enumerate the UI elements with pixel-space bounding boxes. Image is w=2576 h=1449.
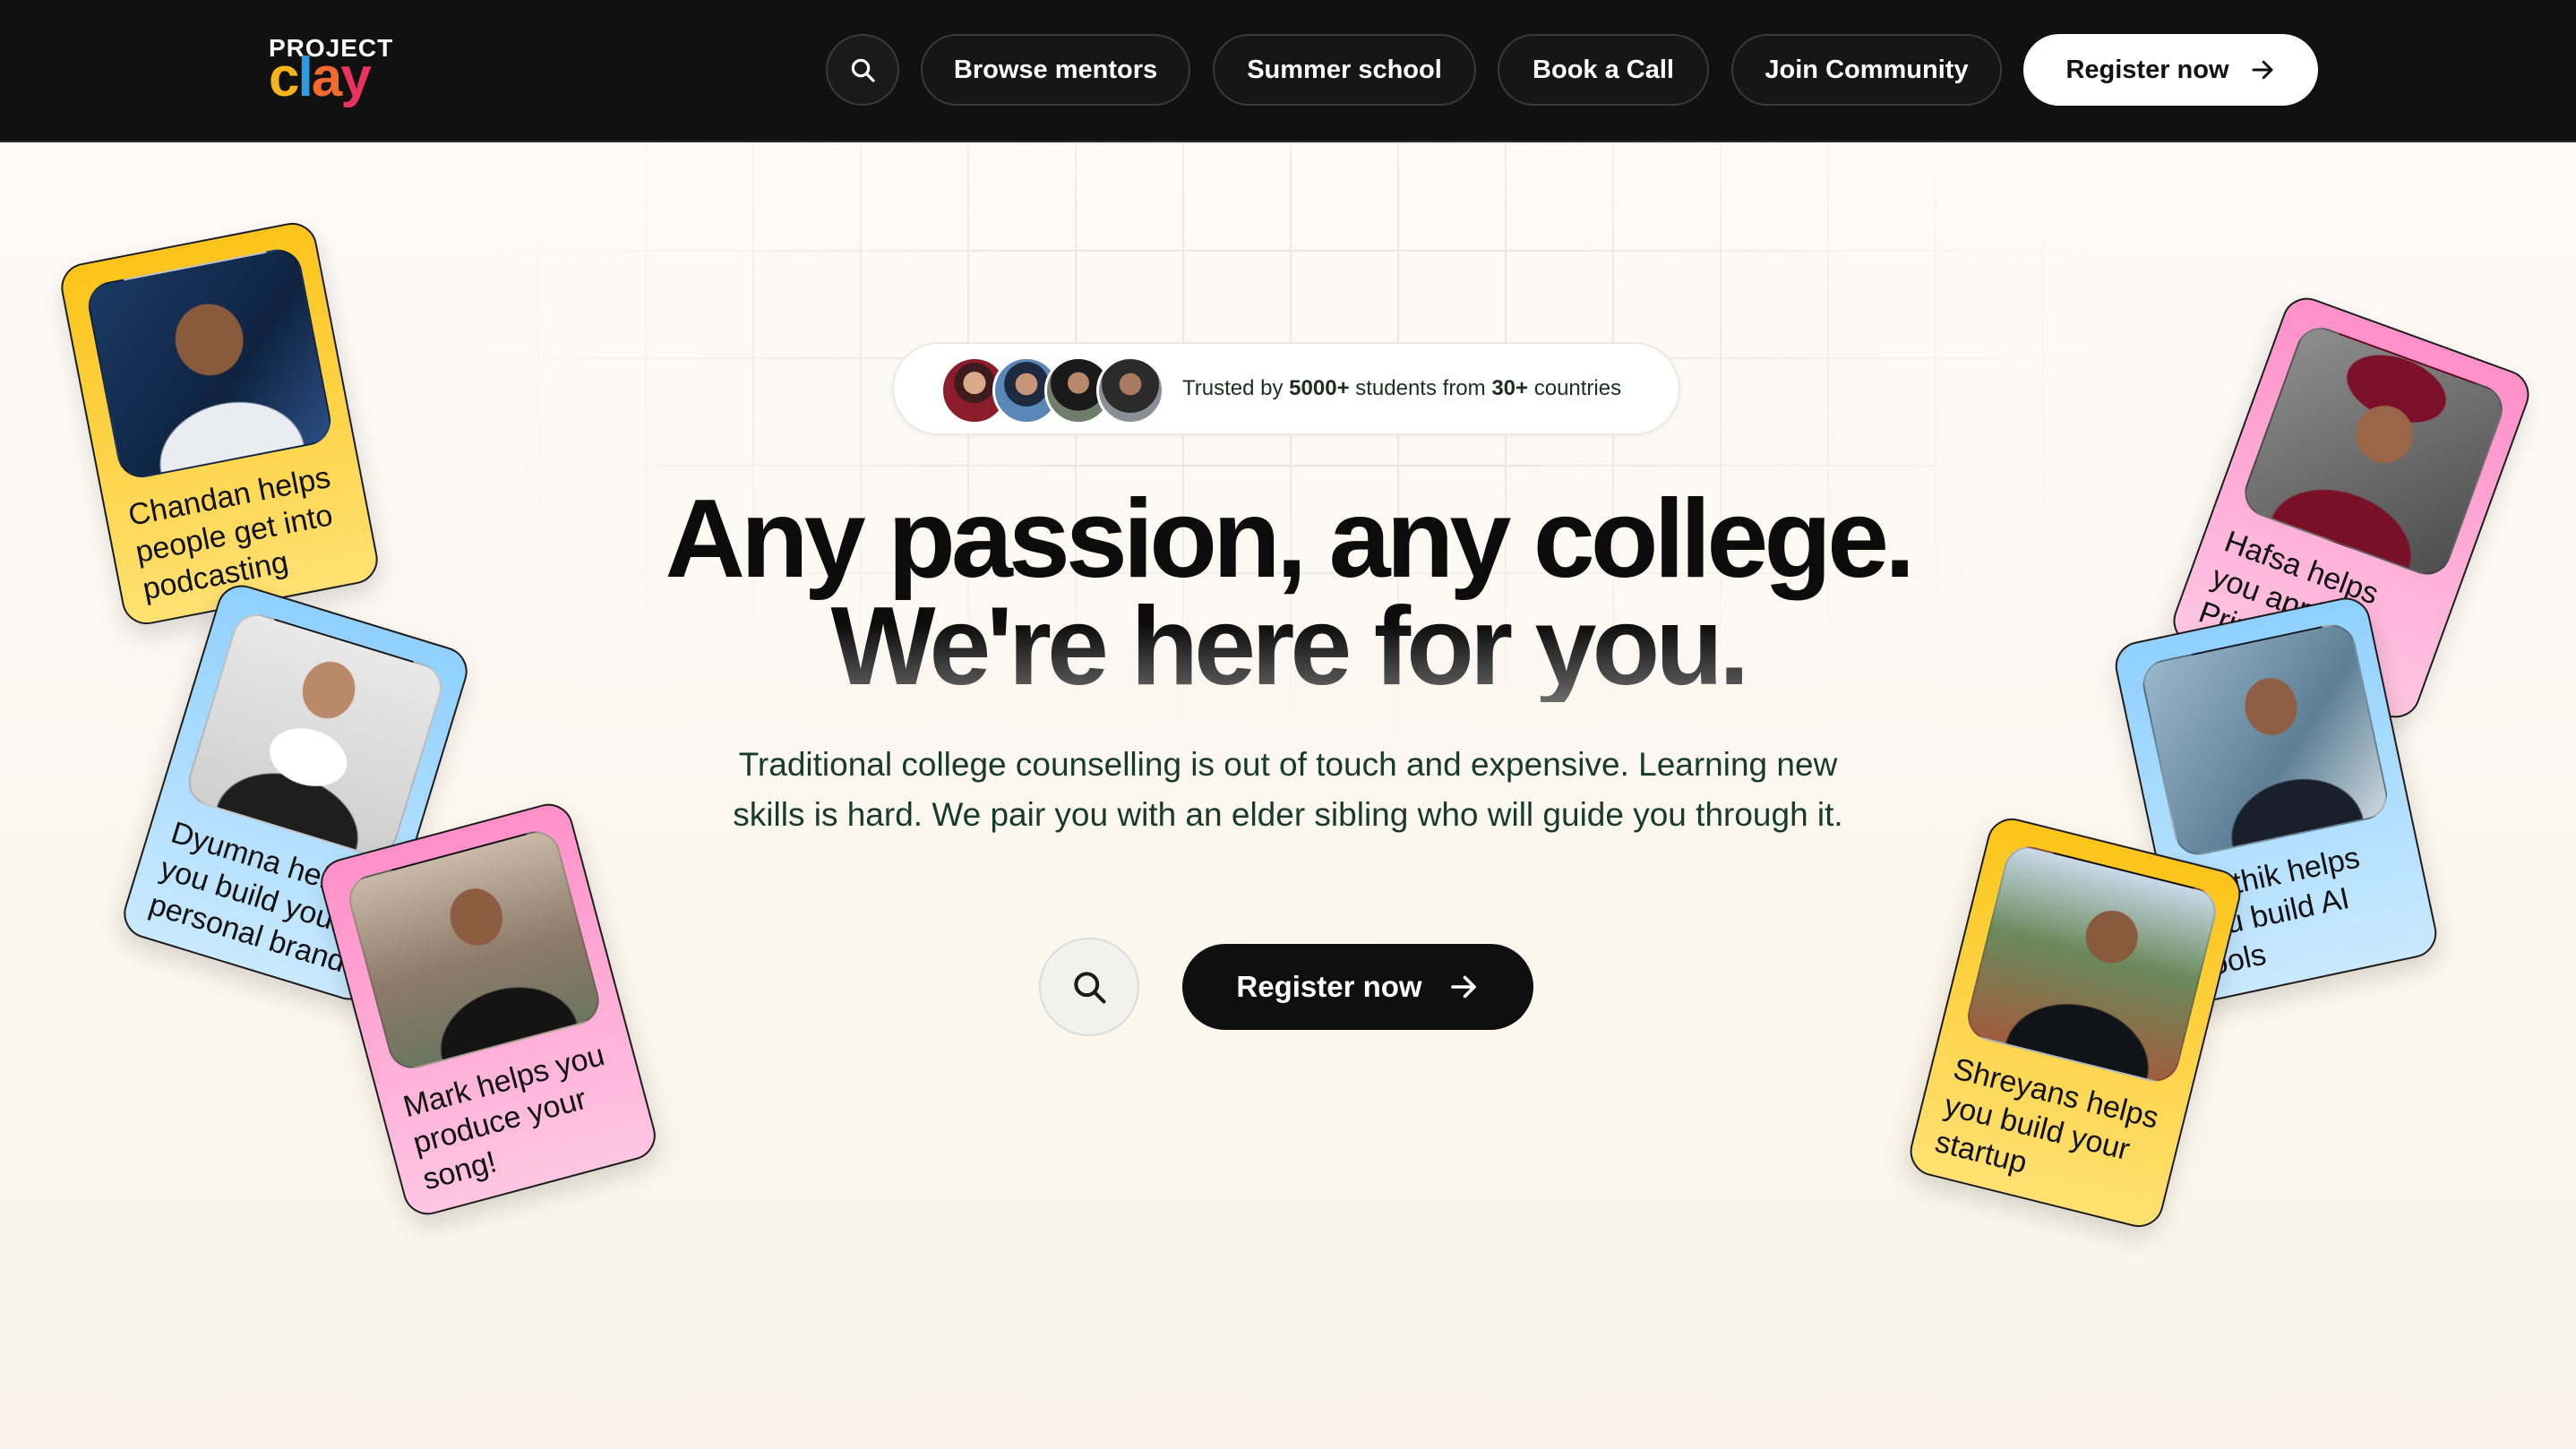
- avatar: [1096, 356, 1164, 424]
- trust-text: Trusted by 5000+ students from 30+ count…: [1182, 376, 1622, 400]
- project-clay-logo[interactable]: PROJECT clay: [269, 34, 392, 110]
- nav-browse-mentors[interactable]: Browse mentors: [921, 34, 1190, 106]
- logo-wordmark-bottom: clay: [269, 47, 372, 108]
- nav-register-button[interactable]: Register now: [2023, 34, 2318, 106]
- top-nav: PROJECT clay Browse mentors Summer schoo…: [0, 0, 2576, 142]
- mentor-card-mark[interactable]: Mark helps you produce your song!: [314, 798, 662, 1221]
- hero-search-button[interactable]: [1039, 938, 1139, 1036]
- nav-summer-school[interactable]: Summer school: [1213, 34, 1476, 106]
- nav-register-label: Register now: [2065, 55, 2229, 84]
- trust-badge: Trusted by 5000+ students from 30+ count…: [892, 342, 1680, 435]
- arrow-right-icon: [2252, 60, 2273, 80]
- search-icon: [1074, 972, 1106, 1004]
- nav-search-button[interactable]: [826, 34, 899, 106]
- hero-register-label: Register now: [1236, 970, 1422, 1003]
- mentor-photo: [343, 826, 605, 1075]
- nav-join-community[interactable]: Join Community: [1731, 34, 2002, 106]
- hero-register-button[interactable]: Register now: [1182, 944, 1533, 1030]
- mentor-photo: [84, 244, 335, 482]
- search-icon: [851, 58, 875, 82]
- mentor-photo: [2138, 620, 2392, 860]
- mentor-card-shreyans[interactable]: Shreyans helps you build your startup: [1904, 813, 2246, 1232]
- hero-subtitle: Traditional college counselling is out o…: [733, 746, 1843, 833]
- mentor-photo: [182, 608, 448, 862]
- mentor-photo: [1962, 841, 2221, 1087]
- arrow-right-icon: [1450, 975, 1476, 999]
- nav-book-a-call[interactable]: Book a Call: [1498, 34, 1709, 106]
